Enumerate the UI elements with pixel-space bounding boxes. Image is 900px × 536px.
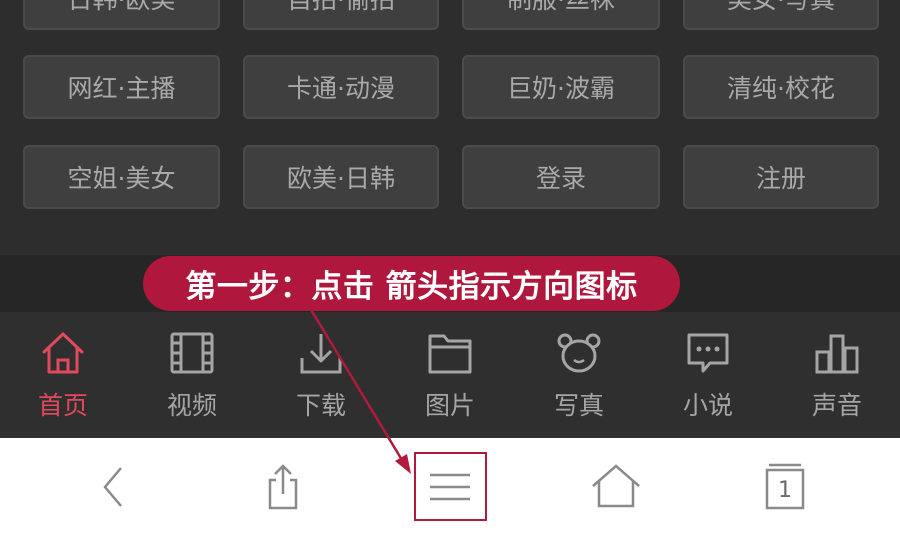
- home-button[interactable]: [585, 438, 647, 536]
- tab-count: 1: [778, 477, 792, 503]
- nav-item-audio[interactable]: 声音: [782, 312, 892, 438]
- bear-icon: [557, 333, 601, 373]
- download-icon: [300, 334, 342, 374]
- nav-item-download[interactable]: 下载: [266, 312, 376, 438]
- category-button[interactable]: 美女·写真: [683, 0, 879, 30]
- category-button[interactable]: 欧美·日韩: [243, 145, 439, 209]
- share-button[interactable]: [253, 438, 313, 536]
- category-panel: 日韩·欧美 自拍·偷拍 制服·丝袜 美女·写真 网红·主播 卡通·动漫 巨奶·波…: [0, 0, 900, 255]
- category-button[interactable]: 制服·丝袜: [462, 0, 660, 30]
- film-icon: [170, 332, 214, 374]
- chat-icon: [687, 333, 729, 373]
- highlight-box: [414, 452, 487, 521]
- category-button[interactable]: 自拍·偷拍: [243, 0, 439, 30]
- category-button[interactable]: 清纯·校花: [683, 55, 879, 119]
- share-icon: [268, 464, 298, 510]
- nav-label: 下载: [295, 391, 346, 420]
- nav-label: 写真: [553, 391, 604, 420]
- back-icon: [103, 467, 122, 507]
- bar-chart-icon: [815, 334, 859, 374]
- nav-label: 首页: [37, 391, 88, 420]
- folder-icon: [428, 334, 472, 374]
- nav-item-photos[interactable]: 写真: [524, 312, 634, 438]
- nav-item-novels[interactable]: 小说: [653, 312, 763, 438]
- category-button[interactable]: 空姐·美女: [23, 145, 220, 209]
- home-icon: [42, 332, 84, 374]
- login-button[interactable]: 登录: [462, 145, 660, 209]
- home-icon: [592, 464, 640, 508]
- category-button[interactable]: 网红·主播: [23, 55, 220, 119]
- nav-label: 小说: [682, 391, 733, 420]
- register-button[interactable]: 注册: [683, 145, 879, 209]
- category-button[interactable]: 日韩·欧美: [23, 0, 220, 30]
- bottom-nav: 首页 视频 下载 图片 写真 小说 声音: [0, 312, 900, 438]
- nav-label: 视频: [166, 391, 217, 420]
- tabs-button[interactable]: 1: [755, 438, 815, 536]
- nav-item-pictures[interactable]: 图片: [395, 312, 505, 438]
- back-button[interactable]: [85, 438, 145, 536]
- category-button[interactable]: 卡通·动漫: [243, 55, 439, 119]
- nav-label: 声音: [811, 391, 862, 420]
- instruction-callout: 第一步：点击 箭头指示方向图标: [143, 256, 680, 311]
- category-button[interactable]: 巨奶·波霸: [462, 55, 660, 119]
- nav-item-home[interactable]: 首页: [8, 312, 118, 438]
- nav-item-video[interactable]: 视频: [137, 312, 247, 438]
- nav-label: 图片: [424, 391, 475, 420]
